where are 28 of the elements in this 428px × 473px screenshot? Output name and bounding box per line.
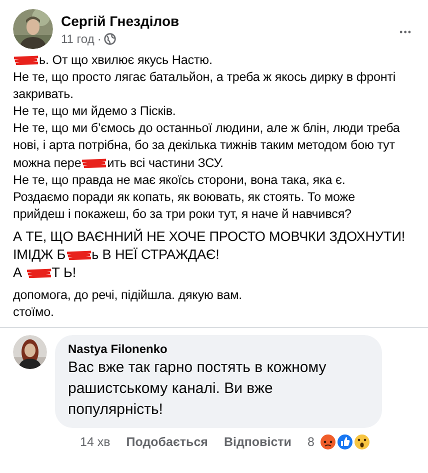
redaction-scribble	[13, 55, 39, 65]
post-time[interactable]: 11 год	[61, 32, 94, 46]
post-text-line: Не те, що ми йдемо з Пісків.	[13, 103, 177, 120]
post-text-line: допомога, до речі, підійшла. дякую вам.	[13, 286, 244, 304]
post-text-line: Не те, що просто лягає батальйон, а треба ж якось дирку в фронті закривать.	[13, 69, 397, 104]
separator: ·	[97, 32, 102, 46]
post-text-line: А ТЕ, ЩО ВАЄННИЙ НЕ ХОЧЕ ПРОСТО МОВЧКИ ЗДОХНУТИ! ІМІДЖ Б ь В НЕЇ СТРАЖДАЄ!	[13, 228, 406, 264]
thumbs-up-icon	[336, 433, 354, 452]
angry-face-icon	[319, 433, 338, 452]
more-options-button[interactable]: •••	[396, 23, 416, 41]
redaction-scribble	[66, 250, 92, 260]
surprised-face-icon	[353, 433, 372, 452]
post-text-line: Не те, що правда не має якоїсь сторони, вона така, яка є.	[13, 172, 346, 189]
redaction-scribble	[26, 268, 52, 278]
globe-icon	[104, 33, 116, 45]
comment-text: Вас вже так гарно постять в кожному рашистському каналі. Ви вже популярність!	[68, 358, 328, 420]
post-text-line: Роздаємо поради як копать, як воювать, як стоять. То може прийдеш і покажеш, бо за три роки тут, я наче й навчився?	[13, 188, 356, 223]
post-text-line: ь. От що хвилює якусь Настю.	[13, 52, 406, 70]
post-text-line: Не те, що ми б’ємось до останньої людини, але ж блін, люди треба нові, і арта потрібна, бо за декілька тижнів таким методом бою тут можна пере ить всі частини ЗСУ.	[13, 120, 401, 172]
author-name[interactable]: Сергій Гнезділов	[61, 13, 388, 29]
post-text-line: А Т Ь!	[13, 264, 78, 282]
post-text-line: стоїмо.	[13, 304, 55, 322]
redaction-scribble	[81, 158, 108, 168]
commenter-name[interactable]: Nastya Filonenko	[68, 342, 368, 356]
reaction-count[interactable]: 8	[307, 435, 314, 450]
comment-action-link[interactable]: Подобається	[126, 435, 208, 450]
comment-action-link[interactable]: Відповісти	[224, 435, 292, 450]
comment-time[interactable]: 14 хв	[80, 435, 110, 450]
